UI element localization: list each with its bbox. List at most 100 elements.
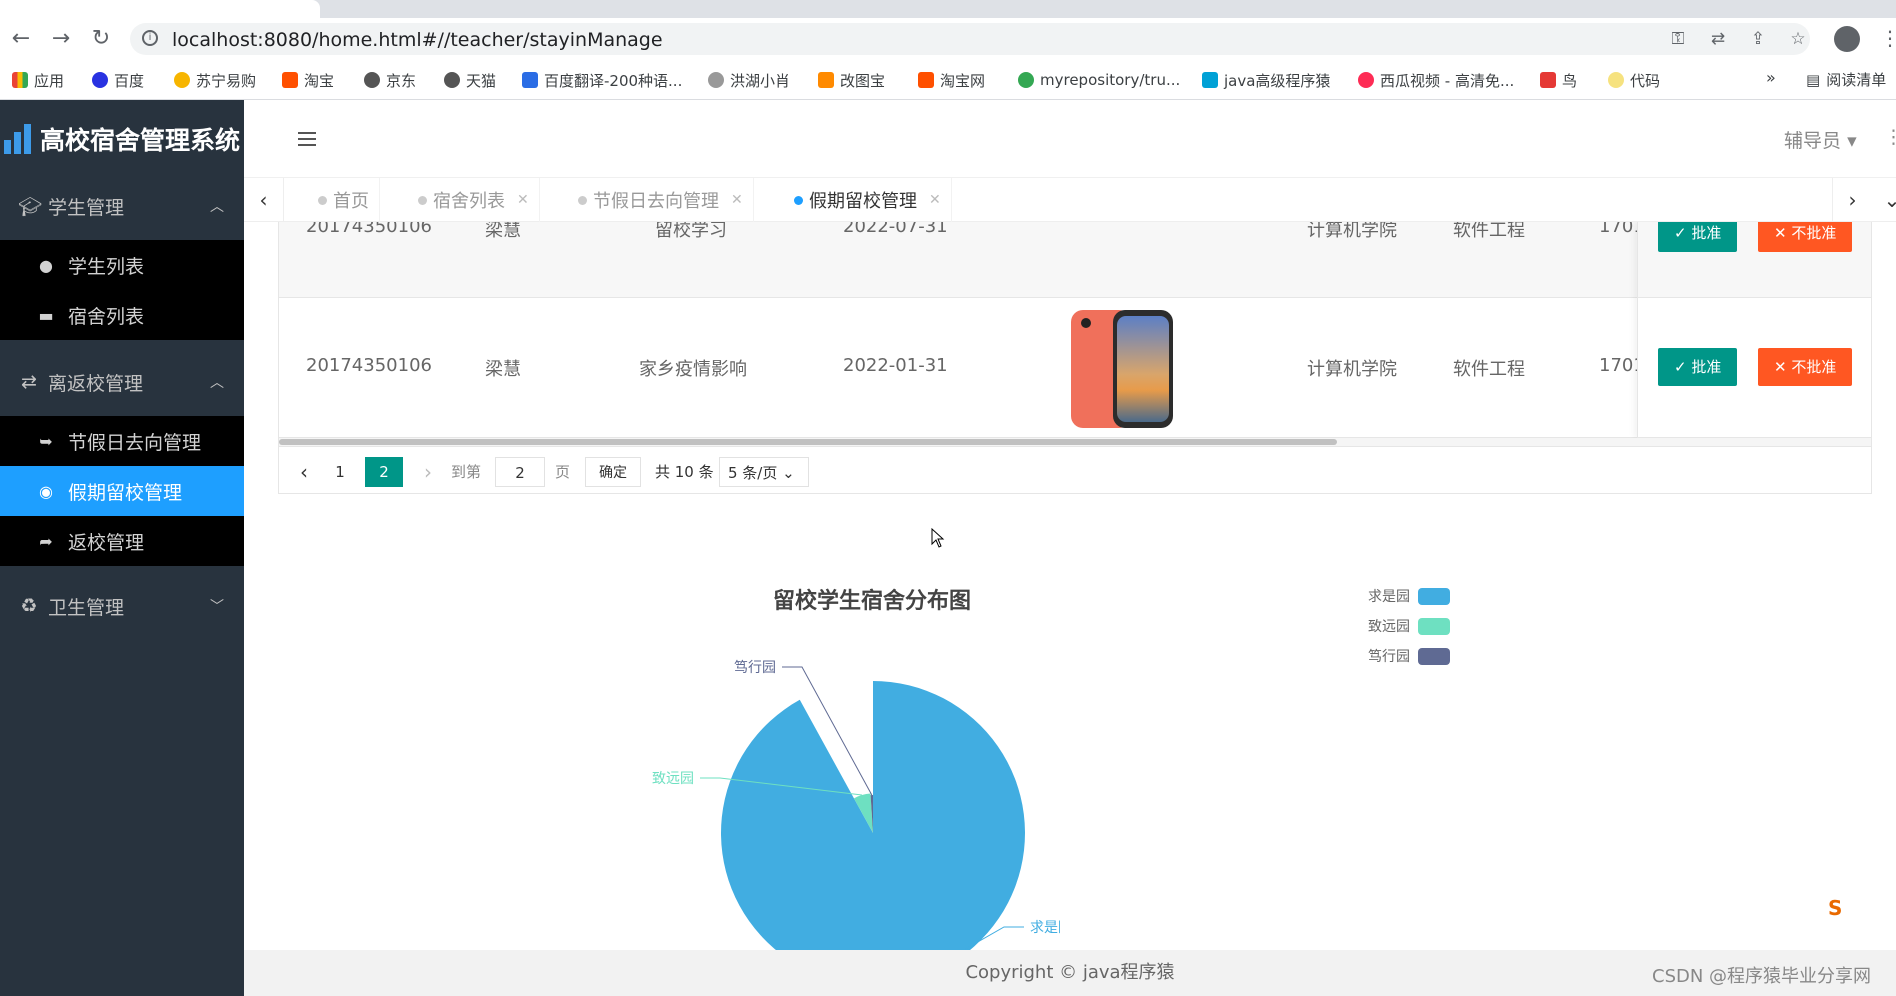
table-row: 20174350106 梁慧 家乡疫情影响 2022-01-31 计算机学院 软… [279, 298, 1871, 438]
legend-item[interactable]: 笃行园 [1368, 646, 1450, 666]
taobao-icon [918, 72, 934, 88]
goto-page-input[interactable]: 2 [495, 457, 545, 487]
actions-row: ✓ 批准 ✕ 不批准 [1638, 298, 1871, 438]
bookmark-gaitubao[interactable]: 改图宝 [818, 69, 885, 91]
page-size-select[interactable]: 5 条/页 ⌄ [719, 457, 809, 487]
bookmark-taobao[interactable]: 淘宝 [282, 69, 334, 91]
legend-swatch [1418, 647, 1450, 665]
tab-stay-in-school[interactable]: 假期留校管理 ✕ [784, 178, 952, 222]
close-icon[interactable]: ✕ [517, 192, 529, 208]
tab-dorm-list[interactable]: 宿舍列表 ✕ [408, 178, 540, 222]
bookmark-fanyi[interactable]: 百度翻译-200种语... [522, 69, 682, 91]
bed-icon: ▬ [38, 305, 54, 325]
bird-icon [1540, 72, 1556, 88]
reject-button[interactable]: ✕ 不批准 [1758, 348, 1853, 386]
sidebar-item-stay-in-school[interactable]: ◉ 假期留校管理 [0, 466, 244, 516]
menu-toggle-icon[interactable] [298, 132, 316, 146]
tab-home[interactable]: 首页 [308, 178, 380, 222]
college-cell: 计算机学院 [1307, 222, 1397, 241]
sidebar-item-holiday-whereabouts[interactable]: ➥ 节假日去向管理 [0, 416, 244, 466]
tabs-scroll-right-icon[interactable]: › [1832, 178, 1872, 222]
app-logo: 高校宿舍管理系统 [0, 100, 244, 178]
user-icon: ● [39, 255, 53, 275]
legend-item[interactable]: 求是园 [1368, 586, 1450, 606]
page-1-button[interactable]: 1 [325, 457, 355, 487]
bookmark-xigua[interactable]: 西瓜视频 - 高清免... [1358, 69, 1514, 91]
bookmark-baidu[interactable]: 百度 [92, 69, 144, 91]
bookmark-java[interactable]: java高级程序猿 [1202, 69, 1330, 91]
bookmarks-more-icon[interactable]: » [1766, 68, 1776, 87]
legend-swatch [1418, 617, 1450, 635]
translate-site-icon [522, 72, 538, 88]
bookmark-honghu[interactable]: 洪湖小肖 [708, 69, 790, 91]
xigua-icon [1358, 72, 1374, 88]
forward-icon[interactable]: → [48, 26, 74, 52]
bird-icon [708, 72, 724, 88]
app-header: 辅导员 ▾ ⋮ [244, 100, 1896, 178]
student-id-cell: 20174350106 [306, 355, 432, 376]
chart-title: 留校学生宿舍分布图 [773, 589, 972, 614]
code-icon [1608, 72, 1624, 88]
more-options-icon[interactable]: ⋮ [1884, 126, 1896, 148]
info-icon[interactable]: i [142, 30, 158, 46]
sign-in-icon: ➦ [39, 531, 53, 551]
tabs-scroll-left-icon[interactable]: ‹ [244, 178, 284, 222]
goto-confirm-button[interactable]: 确定 [585, 457, 641, 487]
tabs-dropdown-icon[interactable]: ⌄ [1872, 178, 1896, 222]
close-icon[interactable]: ✕ [731, 192, 743, 208]
reason-cell: 家乡疫情影响 [639, 359, 747, 380]
sidebar-item-return-school[interactable]: ➦ 返校管理 [0, 516, 244, 566]
bookmark-taobaowang[interactable]: 淘宝网 [918, 69, 985, 91]
reject-button[interactable]: ✕ 不批准 [1758, 222, 1853, 252]
sidebar-item-student-list[interactable]: ● 学生列表 [0, 240, 244, 290]
date-cell: 2022-07-31 [843, 222, 948, 237]
user-role-dropdown[interactable]: 辅导员 ▾ [1784, 126, 1857, 153]
page-unit-label: 页 [555, 463, 571, 481]
bookmark-niao[interactable]: 鸟 [1540, 69, 1577, 91]
page-2-button[interactable]: 2 [365, 457, 403, 487]
next-page-icon[interactable]: › [413, 457, 443, 487]
translate-icon[interactable]: ⇄ [1708, 29, 1728, 49]
scrollbar-thumb[interactable] [279, 439, 1337, 445]
legend-item[interactable]: 致远园 [1368, 616, 1450, 636]
reload-icon[interactable]: ↻ [88, 26, 114, 52]
table-row: 20174350106 梁慧 留校学习 2022-07-31 计算机学院 软件工… [279, 222, 1871, 298]
bookmark-jd[interactable]: 京东 [364, 69, 416, 91]
share-icon[interactable]: ⇪ [1748, 29, 1768, 49]
chevron-up-icon: ︿ [210, 199, 224, 215]
main-content: 20174350106 梁慧 留校学习 2022-07-31 计算机学院 软件工… [244, 222, 1896, 950]
browser-menu-icon[interactable]: ⋮ [1880, 26, 1896, 50]
menu-group-leave-return[interactable]: ⇄ 离返校管理 ︿ [0, 350, 244, 414]
prev-page-icon[interactable]: ‹ [289, 457, 319, 487]
close-icon[interactable]: ✕ [929, 192, 941, 208]
pie-slice-label: 致远园 [652, 771, 694, 787]
sign-out-icon: ➥ [39, 431, 53, 451]
key-icon[interactable]: ⚿ [1668, 29, 1688, 49]
menu-group-students[interactable]: 🎓︎ 学生管理 ︿ [0, 174, 244, 238]
star-icon[interactable]: ☆ [1788, 29, 1808, 49]
bookmark-apps[interactable]: 应用 [12, 69, 64, 91]
close-icon: ✕ [1774, 224, 1787, 242]
url-text[interactable]: localhost:8080/home.html#//teacher/stayi… [172, 29, 663, 51]
browser-tab[interactable] [0, 0, 320, 18]
bookmark-tmall[interactable]: 天猫 [444, 69, 496, 91]
horizontal-scrollbar[interactable] [279, 438, 1871, 446]
bookmark-myrepository[interactable]: myrepository/tru... [1018, 69, 1180, 91]
approve-button[interactable]: ✓ 批准 [1658, 348, 1738, 386]
globe-icon: ◉ [39, 481, 53, 501]
exchange-icon: ⇄ [21, 371, 37, 393]
profile-avatar[interactable] [1834, 26, 1860, 52]
tab-holiday-whereabouts[interactable]: 节假日去向管理 ✕ [568, 178, 754, 222]
sidebar-item-dorm-list[interactable]: ▬ 宿舍列表 [0, 290, 244, 340]
proof-image[interactable] [1071, 310, 1175, 428]
address-bar[interactable]: i localhost:8080/home.html#//teacher/sta… [130, 23, 1810, 55]
bookmark-code[interactable]: 代码 [1608, 69, 1660, 91]
bookmark-suning[interactable]: 苏宁易购 [174, 69, 256, 91]
browser-tabstrip [0, 0, 1896, 18]
back-icon[interactable]: ← [8, 26, 34, 52]
check-icon: ✓ [1674, 358, 1687, 376]
csdn-icon[interactable]: S [1828, 896, 1850, 920]
menu-group-hygiene[interactable]: ♻ 卫生管理 ﹀ [0, 574, 244, 638]
reading-list[interactable]: ▤ 阅读清单 [1806, 69, 1886, 90]
approve-button[interactable]: ✓ 批准 [1658, 222, 1738, 252]
